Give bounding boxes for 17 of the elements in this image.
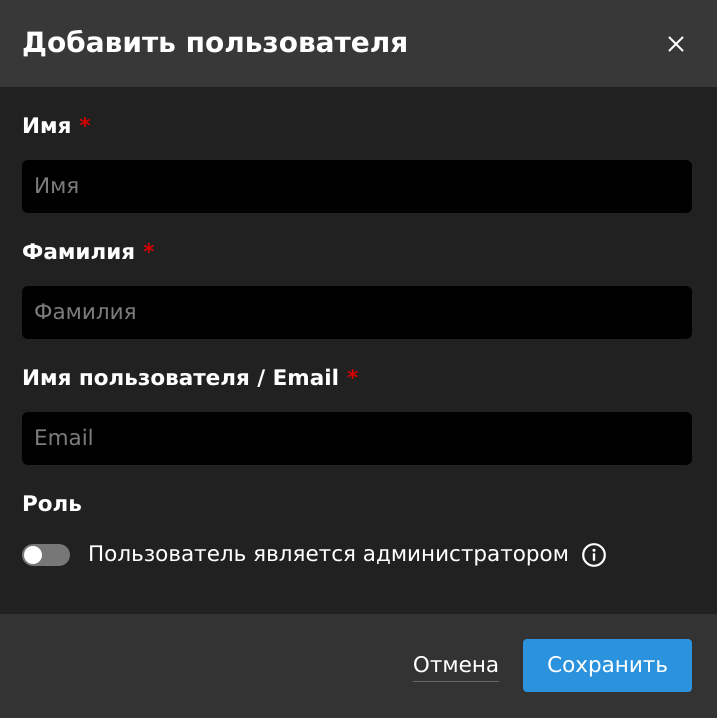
required-asterisk: * [143, 239, 154, 267]
close-icon [668, 36, 684, 52]
close-button[interactable] [668, 36, 684, 52]
required-asterisk: * [346, 365, 358, 393]
text-input[interactable]: Email [22, 412, 692, 465]
dialog-title: Добавить пользователя [22, 26, 408, 60]
toggle-label: Пользователь является администратором [88, 541, 569, 569]
required-asterisk: * [79, 113, 91, 141]
field-label: Фамилия [22, 239, 136, 267]
role-label: Роль [22, 491, 82, 519]
cancel-link[interactable]: Отмена [412, 652, 500, 682]
info-icon[interactable] [582, 543, 606, 567]
admin-toggle[interactable] [22, 544, 70, 566]
field-label: Имя [22, 113, 72, 141]
text-input[interactable]: Фамилия [22, 286, 692, 339]
field-label: Имя пользователя / Email [22, 365, 339, 393]
text-input[interactable]: Имя [22, 160, 692, 213]
